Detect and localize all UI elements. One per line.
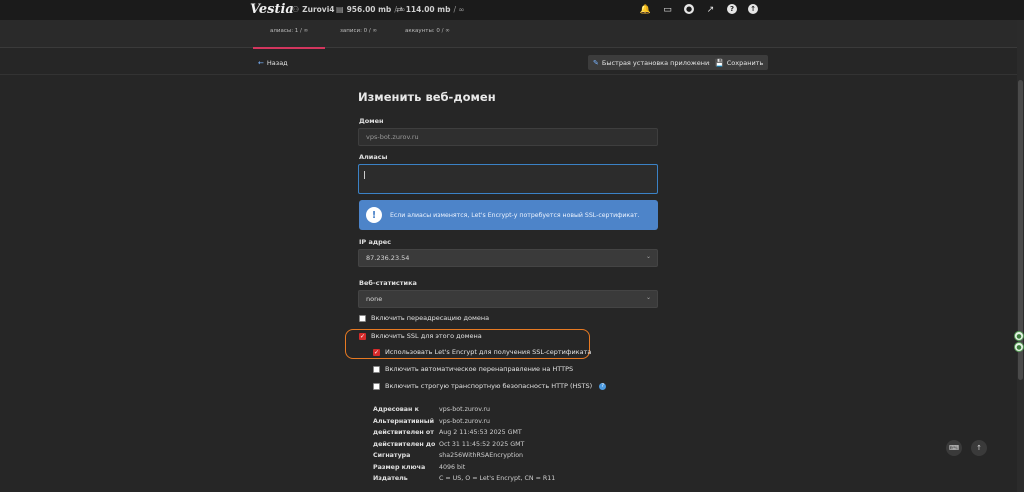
app-logo[interactable]: Vestia [250,2,294,17]
alert-text: Если алиасы изменятся, Let's Encrypt-у п… [390,211,640,219]
ip-label: IP адрес [359,238,391,246]
redirect-checkbox[interactable]: Включить переадресацию домена [359,314,489,322]
help-icon[interactable]: ? [727,4,737,14]
disk-usage: 956.00 mb [346,5,392,14]
checkbox-box-checked[interactable]: ✓ [359,332,366,340]
text-caret [364,171,365,179]
cert-row: Размер ключа 4096 bit [373,464,466,471]
records-count: записи: 0 / ∞ [340,28,378,34]
accounts-count: аккаунты: 0 / ∞ [405,28,450,34]
cert-row: действителен до Oct 31 11:45:52 2025 GMT [373,441,525,448]
save-icon: 💾 [715,58,724,67]
arrow-up-icon: ↑ [976,444,982,452]
user-account-icon[interactable]: ● [684,4,694,14]
extension-icon[interactable]: ● [1014,342,1024,352]
info-icon: ! [366,207,382,223]
disk-icon: ▤ [336,5,344,14]
user-name: Zurovi4 [302,5,335,14]
checkbox-box[interactable] [373,382,380,390]
save-button[interactable]: 💾 Сохранить [710,55,769,70]
user-stat[interactable]: ⚇ Zurovi4 [292,5,334,14]
scroll-top-button[interactable]: ↑ [971,440,987,456]
ip-select-value: 87.236.23.54 [366,254,410,262]
chevron-down-icon: ⌄ [645,294,651,301]
https-redirect-checkbox[interactable]: Включить автоматическое перенаправление … [373,365,573,373]
ip-select[interactable]: 87.236.23.54 ⌄ [358,249,658,267]
stats-select-value: none [366,295,383,303]
letsencrypt-checkbox[interactable]: ✓ Использовать Let's Encrypt для получен… [373,348,591,356]
hsts-checkbox[interactable]: Включить строгую транспортную безопаснос… [373,382,607,390]
checkbox-box-checked[interactable]: ✓ [373,348,380,356]
user-icon: ⚇ [292,5,300,14]
bandwidth-stat: ⇄ 114.00 mb / ∞ [396,5,465,14]
help-icon[interactable]: ? [599,382,607,390]
page-title: Изменить веб-домен [358,90,496,104]
logout-icon[interactable]: ↑ [748,4,758,14]
bell-icon[interactable]: 🔔 [640,4,651,15]
quick-install-button[interactable]: ✎ Быстрая установка приложения [588,55,719,70]
stats-label: Веб-статистика [359,279,417,287]
bandwidth-icon: ⇄ [396,5,403,14]
top-icons: 🔔 ▭ ● ↗ ? ↑ [640,4,758,15]
arrow-left-icon: ← [258,58,264,67]
cert-row: Сигнатура sha256WithRSAEncryption [373,452,524,459]
cert-row: действителен от Aug 2 11:45:53 2025 GMT [373,429,522,436]
checkbox-box[interactable] [359,314,366,322]
keyboard-shortcuts-button[interactable]: ⌨ [946,440,962,456]
extension-icon[interactable]: ● [1014,331,1024,341]
scrollbar[interactable] [1017,20,1024,492]
cert-row: Издатель C = US, O = Let's Encrypt, CN = … [373,475,556,482]
toolbar: ← Назад ✎ Быстрая установка приложения 💾… [0,49,1024,75]
ssl-info-alert: ! Если алиасы изменятся, Let's Encrypt-у… [359,200,658,230]
wand-icon: ✎ [593,58,599,67]
checkbox-box[interactable] [373,365,380,373]
stats-strip: алиасы: 1 / ∞ записи: 0 / ∞ аккаунты: 0 … [0,20,1024,48]
domain-label: Домен [359,117,384,125]
aliases-count: алиасы: 1 / ∞ [270,28,309,34]
chart-icon[interactable]: ↗ [705,4,716,15]
folder-icon[interactable]: ▭ [662,4,673,15]
aliases-textarea[interactable] [358,164,658,194]
cert-row: Альтернативный vps-bot.zurov.ru [373,418,491,425]
cert-row: Адресован к vps-bot.zurov.ru [373,406,491,413]
bandwidth-usage: 114.00 mb [405,5,451,14]
chevron-down-icon: ⌄ [645,253,651,260]
back-button[interactable]: ← Назад [253,55,293,70]
top-navbar: Vestia ⚇ Zurovi4 ▤ 956.00 mb / ∞ ⇄ 114.0… [0,0,1024,20]
stats-select[interactable]: none ⌄ [358,290,658,308]
domain-input[interactable]: vps-bot.zurov.ru [358,128,658,146]
keyboard-icon: ⌨ [948,444,960,452]
aliases-label: Алиасы [359,153,388,161]
bandwidth-limit: / ∞ [453,5,465,14]
ssl-checkbox[interactable]: ✓ Включить SSL для этого домена [359,332,482,340]
